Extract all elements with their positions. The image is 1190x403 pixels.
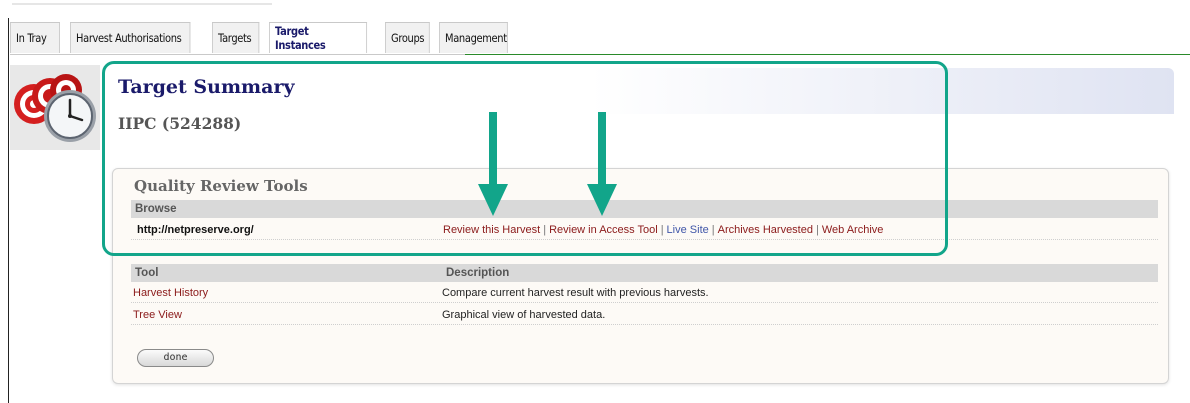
target-clock-icon <box>14 74 96 142</box>
harvest-history-link[interactable]: Harvest History <box>133 283 208 303</box>
tab-management[interactable]: Management <box>439 22 508 53</box>
tab-in-tray[interactable]: In Tray <box>10 22 60 53</box>
tree-view-link[interactable]: Tree View <box>133 305 182 325</box>
tab-baseline-accent <box>465 54 1190 55</box>
top-divider <box>12 3 272 5</box>
highlight-box <box>102 61 948 256</box>
arrow-down-icon <box>587 112 617 216</box>
tool-row: Harvest History Compare current harvest … <box>131 283 1158 303</box>
main-tabs: In Tray Harvest Authorisations Targets T… <box>10 22 521 54</box>
tab-groups[interactable]: Groups <box>385 22 430 53</box>
tab-harvest-authorisations[interactable]: Harvest Authorisations <box>70 22 191 53</box>
tools-col-tool: Tool <box>135 267 159 279</box>
harvest-history-description: Compare current harvest result with prev… <box>442 287 709 299</box>
tool-row: Tree View Graphical view of harvested da… <box>131 305 1158 325</box>
done-button[interactable]: done <box>137 349 214 367</box>
tab-target-instances[interactable]: Target Instances <box>269 22 368 53</box>
tools-header: Tool Description <box>131 264 1158 282</box>
tools-col-description: Description <box>446 267 510 279</box>
tab-targets[interactable]: Targets <box>212 22 260 53</box>
arrow-down-icon <box>478 112 508 216</box>
tab-baseline <box>10 54 465 55</box>
tree-view-description: Graphical view of harvested data. <box>442 309 606 321</box>
